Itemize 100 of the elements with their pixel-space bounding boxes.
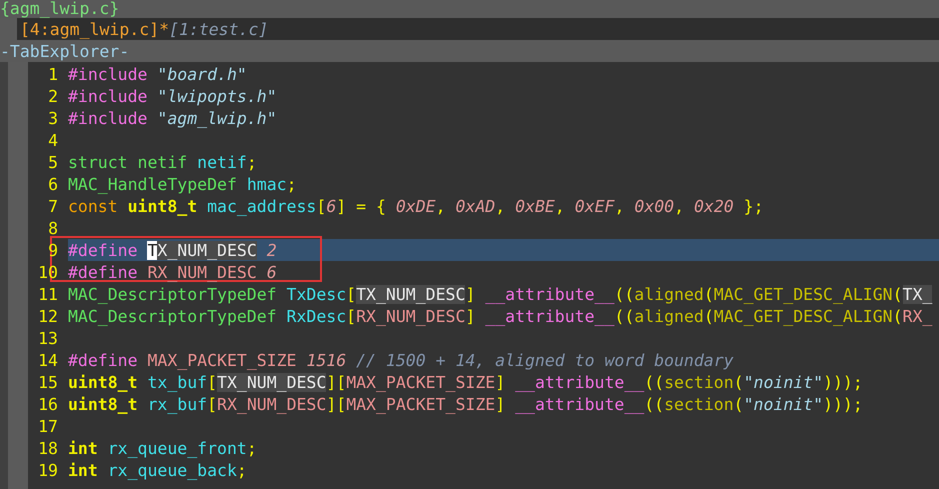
punctuation: ] [495, 394, 506, 414]
matched-word: TX_NUM_DESC [356, 284, 466, 304]
number-literal: 0xDE [396, 196, 436, 216]
preprocessor-keyword: #define [68, 350, 138, 370]
number-literal: 0xAD [455, 196, 496, 216]
modified-mark: * [159, 20, 170, 38]
macro-name: RX_ [902, 306, 932, 326]
preprocessor-keyword: __attribute__ [484, 284, 614, 304]
macro-name: MAX_PACKET_SIZE [346, 372, 496, 392]
punctuation: ] [465, 306, 476, 326]
matched-word: TX_ [902, 284, 932, 304]
number-literal: 0xEF [574, 196, 614, 216]
line-number: 15 [37, 372, 59, 392]
type-keyword: uint8_t [68, 372, 138, 392]
string-literal: "noinit" [744, 394, 824, 414]
line-number: 14 [37, 350, 59, 370]
string-literal: "noinit" [744, 372, 824, 392]
punctuation: ; [246, 438, 257, 458]
punctuation: [ [346, 284, 356, 304]
punctuation: [ [207, 394, 218, 414]
preprocessor-keyword: __attribute__ [514, 394, 644, 414]
macro-name: RX_NUM_DESC [146, 262, 257, 282]
identifier: TxDesc [286, 284, 346, 304]
punctuation: (( [614, 284, 634, 304]
line-number: 2 [47, 86, 59, 106]
punctuation: , [674, 196, 686, 216]
punctuation: , [614, 196, 626, 216]
line-number: 6 [47, 174, 59, 194]
type-name: MAC_DescriptorTypeDef [68, 284, 277, 304]
identifier: netif [196, 152, 247, 172]
line-number: 11 [37, 284, 59, 304]
punctuation: [ [346, 306, 356, 326]
identifier: rx_queue_front [106, 438, 247, 458]
buffer-tab[interactable]: [4:agm_lwip.c] [20, 20, 160, 38]
punctuation: , [436, 196, 447, 216]
punctuation: ( [734, 394, 744, 414]
keyword: const [68, 196, 118, 216]
function-name: MAC_GET_DESC_ALIGN [714, 306, 893, 326]
function-name: aligned [634, 306, 704, 326]
code-comment: // 1500 + 14, aligned to word boundary [355, 350, 734, 370]
punctuation: ; [236, 460, 247, 480]
number-literal: 0x20 [694, 196, 734, 216]
number-literal: 1516 [305, 350, 346, 370]
buffer-tab[interactable]: [1:test.c] [169, 20, 268, 38]
type-keyword: int [68, 438, 98, 458]
preprocessor-keyword: __attribute__ [514, 372, 644, 392]
number-literal: 6 [326, 196, 336, 216]
punctuation: (( [644, 372, 664, 392]
macro-name: MAX_PACKET_SIZE [146, 350, 296, 370]
line-number: 18 [37, 438, 59, 458]
macro-name: RX_NUM_DESC [356, 306, 466, 326]
preprocessor-keyword: #include [68, 64, 148, 84]
line-number: 3 [47, 108, 59, 128]
punctuation: }; [742, 196, 764, 216]
line-number: 7 [47, 196, 59, 216]
line-number: 19 [37, 460, 59, 480]
punctuation: ] = { [336, 196, 387, 216]
punctuation: [ [207, 372, 218, 392]
punctuation: ] [465, 284, 476, 304]
punctuation: [ [316, 196, 326, 216]
type-name: MAC_HandleTypeDef [68, 174, 237, 194]
punctuation: ( [892, 306, 903, 326]
number-literal: 0x00 [634, 196, 674, 216]
identifier: rx_queue_back [106, 460, 237, 480]
buffer-title: {agm_lwip.c} [0, 0, 120, 18]
punctuation: ))); [823, 394, 863, 414]
punctuation: ][ [326, 372, 346, 392]
line-number: 5 [47, 152, 59, 172]
preprocessor-keyword: #define [68, 240, 139, 260]
punctuation: ( [704, 284, 714, 304]
punctuation: ))); [823, 372, 863, 392]
number-literal: 2 [266, 240, 277, 260]
punctuation: ][ [326, 394, 346, 414]
type-keyword: uint8_t [126, 196, 198, 216]
text-cursor: T [147, 240, 158, 260]
line-number: 1 [47, 64, 59, 84]
punctuation: ( [704, 306, 714, 326]
macro-name: RX_NUM_DESC [217, 394, 326, 414]
identifier: RxDesc [286, 306, 346, 326]
number-literal: 0xBE [515, 196, 555, 216]
identifier: hmac [246, 174, 287, 194]
punctuation: ] [495, 372, 506, 392]
line-number: 4 [47, 130, 59, 150]
preprocessor-keyword: #include [68, 86, 148, 106]
macro-name: MAX_PACKET_SIZE [346, 394, 496, 414]
string-literal: "board.h" [156, 64, 247, 84]
preprocessor-keyword: #define [68, 262, 138, 282]
line-number: 8 [47, 218, 59, 238]
punctuation: (( [644, 394, 664, 414]
preprocessor-keyword: __attribute__ [484, 306, 614, 326]
function-name: section [664, 394, 734, 414]
number-literal: 6 [266, 262, 277, 282]
punctuation: , [554, 196, 566, 216]
matched-word: TX_NUM_DESC [217, 372, 326, 392]
punctuation: ( [892, 284, 903, 304]
type-keyword: uint8_t [68, 394, 138, 414]
punctuation: ; [246, 152, 257, 172]
type-name: struct netif [68, 152, 188, 172]
punctuation: ; [286, 174, 296, 194]
explorer-title: -TabExplorer- [0, 42, 130, 60]
